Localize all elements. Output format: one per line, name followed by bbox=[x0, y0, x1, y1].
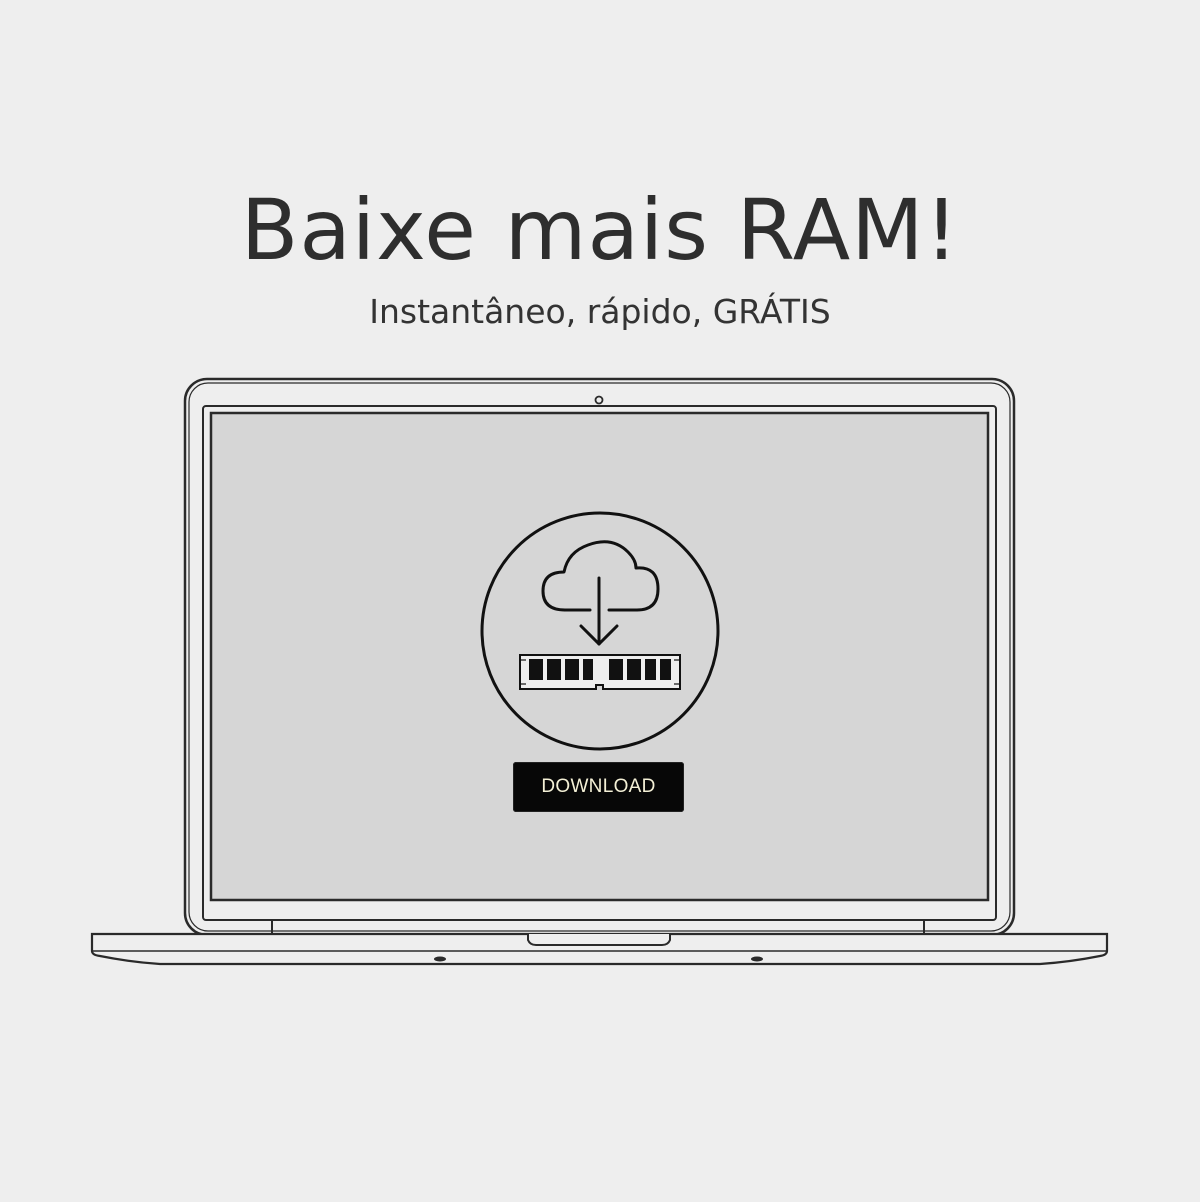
download-button[interactable]: DOWNLOAD bbox=[513, 762, 684, 812]
page-subtitle: Instantâneo, rápido, GRÁTIS bbox=[369, 292, 831, 331]
webcam bbox=[594, 395, 604, 405]
trackpad-notch bbox=[527, 934, 671, 946]
page-title: Baixe mais RAM! bbox=[240, 181, 960, 279]
